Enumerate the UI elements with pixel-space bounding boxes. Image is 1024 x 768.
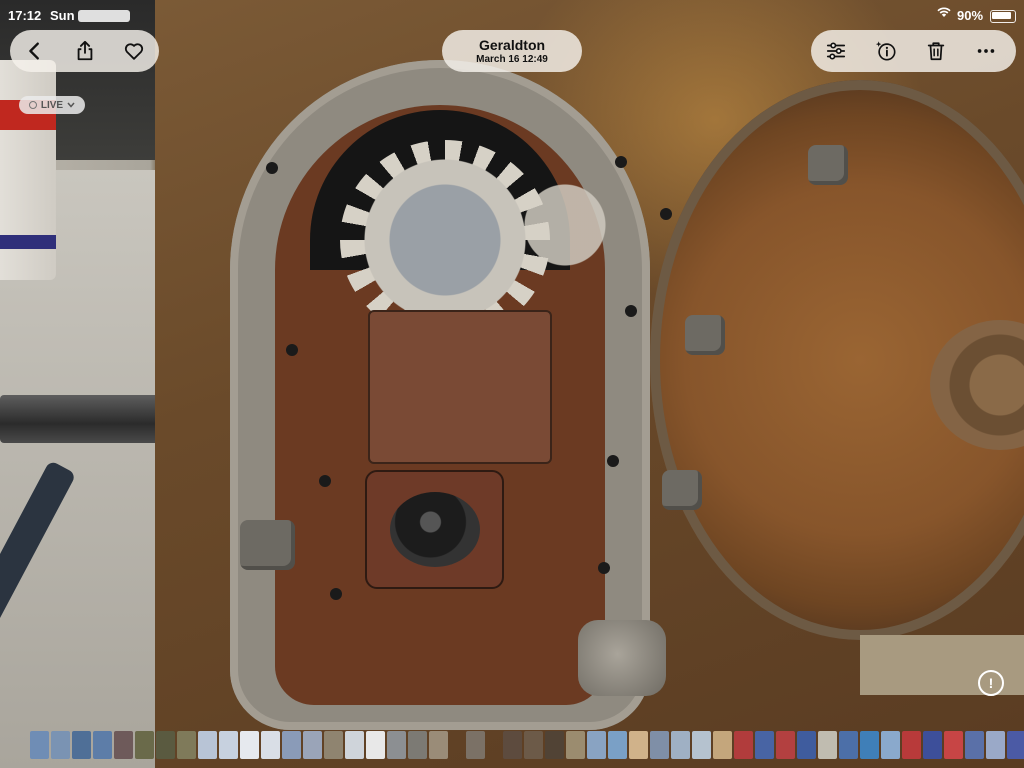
- filmstrip-thumbnail[interactable]: [965, 731, 984, 759]
- filmstrip-thumbnail[interactable]: [72, 731, 91, 759]
- live-photo-badge[interactable]: LIVE: [19, 96, 85, 114]
- share-icon: [77, 40, 92, 61]
- filmstrip-thumbnail[interactable]: [755, 731, 774, 759]
- filmstrip-thumbnail[interactable]: [608, 731, 627, 759]
- sliders-icon: [826, 42, 846, 60]
- share-button[interactable]: [60, 30, 110, 72]
- bolt-hole: [598, 562, 610, 574]
- status-date: Sun: [50, 8, 75, 23]
- bolt-hole: [286, 344, 298, 356]
- bolt-hole: [319, 475, 331, 487]
- bolt: [240, 520, 295, 570]
- filmstrip-thumbnail[interactable]: [156, 731, 175, 759]
- status-date-redacted: [78, 10, 130, 22]
- exclamation-icon[interactable]: !: [978, 670, 1004, 696]
- filmstrip-thumbnail[interactable]: [713, 731, 732, 759]
- filmstrip-thumbnail[interactable]: [219, 731, 238, 759]
- filmstrip-thumbnail[interactable]: [797, 731, 816, 759]
- filmstrip-thumbnail[interactable]: [135, 731, 154, 759]
- bolt-hole: [625, 305, 637, 317]
- live-label: LIVE: [40, 99, 64, 111]
- filmstrip-thumbnail[interactable]: [734, 731, 753, 759]
- filmstrip-thumbnail[interactable]: [387, 731, 406, 759]
- delete-button[interactable]: [911, 30, 961, 72]
- filmstrip-thumbnail[interactable]: [366, 731, 385, 759]
- pump-body: [368, 310, 552, 464]
- ellipsis-icon: [977, 49, 995, 53]
- bolt-hole: [660, 208, 672, 220]
- filmstrip-gap: [487, 731, 501, 759]
- filmstrip-thumbnail[interactable]: [860, 731, 879, 759]
- filmstrip-thumbnail[interactable]: [1007, 731, 1024, 759]
- filmstrip-thumbnail[interactable]: [986, 731, 1005, 759]
- filmstrip-thumbnail[interactable]: [503, 731, 522, 759]
- filmstrip-thumbnail[interactable]: [671, 731, 690, 759]
- status-time: 17:12: [8, 8, 42, 23]
- battery-percent: 90%: [957, 8, 984, 23]
- back-button[interactable]: [10, 30, 60, 72]
- bolt: [808, 145, 848, 185]
- trash-icon: [927, 42, 945, 61]
- filmstrip-thumbnail[interactable]: [545, 731, 564, 759]
- filmstrip-thumbnail[interactable]: [566, 731, 585, 759]
- filmstrip-thumbnail[interactable]: [240, 731, 259, 759]
- favorite-button[interactable]: [109, 30, 159, 72]
- drum-can-blue-stripe: [0, 235, 56, 249]
- filmstrip-thumbnail[interactable]: [261, 731, 280, 759]
- filmstrip-thumbnail[interactable]: [923, 731, 942, 759]
- toolbar-right: [811, 30, 1016, 72]
- filmstrip-thumbnail[interactable]: [629, 731, 648, 759]
- battery-icon: [990, 10, 1016, 23]
- shaft-opening: [390, 492, 480, 567]
- filmstrip-thumbnail[interactable]: [881, 731, 900, 759]
- more-button[interactable]: [961, 30, 1011, 72]
- toolbar-left: [10, 30, 159, 72]
- filmstrip-thumbnail[interactable]: [177, 731, 196, 759]
- photo-location: Geraldton: [478, 36, 546, 53]
- info-button[interactable]: [861, 30, 911, 72]
- filmstrip-thumbnail[interactable]: [198, 731, 217, 759]
- filmstrip-thumbnail[interactable]: [839, 731, 858, 759]
- filmstrip-thumbnail[interactable]: [776, 731, 795, 759]
- bolt-hole: [330, 588, 342, 600]
- bolt-hole: [607, 455, 619, 467]
- filmstrip-thumbnail[interactable]: [114, 731, 133, 759]
- filmstrip-thumbnail[interactable]: [466, 731, 485, 759]
- chevron-left-icon: [29, 42, 39, 60]
- filmstrip-thumbnail[interactable]: [524, 731, 543, 759]
- filmstrip-gap: [450, 731, 464, 759]
- filmstrip-thumbnail[interactable]: [51, 731, 70, 759]
- filmstrip-thumbnail[interactable]: [345, 731, 364, 759]
- heart-icon: [125, 43, 144, 60]
- filmstrip-thumbnail[interactable]: [30, 731, 49, 759]
- filmstrip-thumbnail[interactable]: [902, 731, 921, 759]
- wifi-icon: [937, 7, 951, 21]
- bolt-hole: [266, 162, 278, 174]
- filmstrip[interactable]: [30, 731, 1024, 759]
- filmstrip-thumbnail[interactable]: [650, 731, 669, 759]
- status-bar: 17:12 Sun 90%: [0, 0, 1024, 30]
- filmstrip-thumbnail[interactable]: [429, 731, 448, 759]
- bolt: [662, 470, 702, 510]
- filmstrip-thumbnail[interactable]: [282, 731, 301, 759]
- filmstrip-thumbnail[interactable]: [408, 731, 427, 759]
- filmstrip-thumbnail[interactable]: [944, 731, 963, 759]
- filmstrip-thumbnail[interactable]: [324, 731, 343, 759]
- filmstrip-thumbnail[interactable]: [692, 731, 711, 759]
- photo-title[interactable]: Geraldton March 16 12:49: [442, 30, 582, 72]
- chevron-down-icon: [67, 100, 75, 111]
- photo-viewer-image[interactable]: [0, 0, 1024, 768]
- large-bolt: [578, 620, 666, 696]
- live-photo-icon: [28, 101, 37, 109]
- filmstrip-thumbnail[interactable]: [818, 731, 837, 759]
- sparkle-info-icon: [875, 41, 896, 61]
- bolt-hole: [615, 156, 627, 168]
- filmstrip-thumbnail[interactable]: [303, 731, 322, 759]
- adjust-button[interactable]: [811, 30, 861, 72]
- bolt: [685, 315, 725, 355]
- filmstrip-thumbnail[interactable]: [93, 731, 112, 759]
- photo-datetime: March 16 12:49: [476, 53, 548, 65]
- filmstrip-thumbnail[interactable]: [587, 731, 606, 759]
